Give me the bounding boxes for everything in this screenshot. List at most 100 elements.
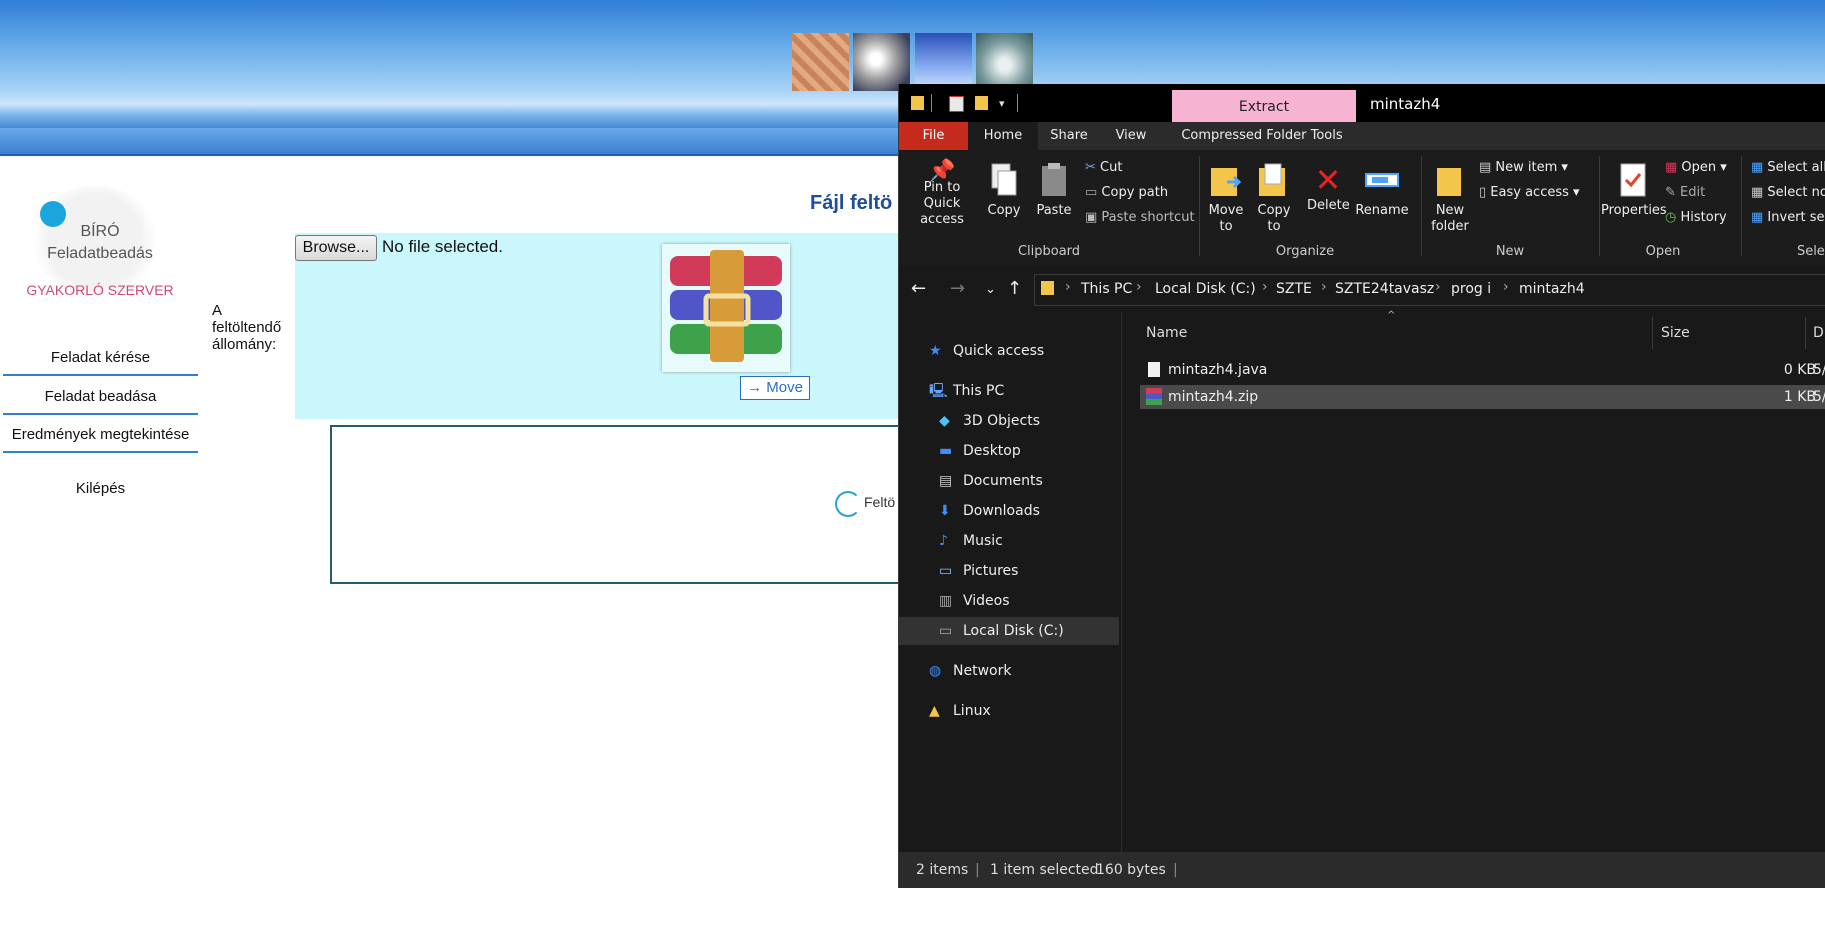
nav-desktop[interactable]: ▬ Desktop	[899, 437, 1119, 465]
properties-icon[interactable]	[949, 96, 964, 112]
rename-button[interactable]: Rename	[1355, 162, 1409, 219]
nav-3d-objects-label: 3D Objects	[963, 413, 1041, 429]
file-explorer-window[interactable]: ▾ Extract mintazh4 File Home Share View …	[898, 84, 1825, 888]
breadcrumb-chevron-icon[interactable]: ›	[1435, 279, 1441, 295]
paste-shortcut-button[interactable]: ▣ Paste shortcut	[1085, 210, 1195, 225]
breadcrumb-chevron-icon[interactable]: ›	[1136, 279, 1142, 295]
nav-local-disk[interactable]: ▭ Local Disk (C:)	[899, 617, 1119, 645]
banner-image-2	[853, 33, 910, 91]
tab-view[interactable]: View	[1100, 122, 1162, 150]
nav-feladat-beadasa[interactable]: Feladat beadása	[3, 380, 198, 415]
column-header-name[interactable]: Name	[1146, 325, 1187, 341]
new-item-button[interactable]: ▤ New item ▾	[1479, 160, 1568, 175]
forward-arrow-icon[interactable]: →	[950, 278, 965, 299]
open-group-label: Open	[1645, 244, 1681, 259]
logo-line-1: BÍRÓ	[80, 223, 120, 240]
back-arrow-icon[interactable]: ←	[911, 278, 926, 299]
breadcrumb-szte24tavasz[interactable]: SZTE24tavasz	[1335, 281, 1434, 297]
breadcrumb-local-disk[interactable]: Local Disk (C:)	[1155, 281, 1256, 297]
cube-icon: ◆	[939, 413, 950, 429]
title-bar[interactable]	[899, 84, 1825, 122]
customize-toolbar-icon[interactable]: ▾	[999, 97, 1005, 110]
extract-context-tab[interactable]: Extract	[1172, 90, 1356, 122]
file-date: 5/	[1813, 362, 1825, 378]
breadcrumb-chevron-icon[interactable]: ›	[1262, 279, 1268, 295]
nav-linux[interactable]: ▲ Linux	[899, 697, 1119, 725]
breadcrumb-this-pc[interactable]: This PC	[1081, 281, 1132, 297]
tab-file[interactable]: File	[899, 122, 968, 150]
open-label: Open	[1681, 160, 1717, 175]
up-arrow-icon[interactable]: ↑	[1007, 278, 1022, 299]
breadcrumb-chevron-icon[interactable]: ›	[1321, 279, 1327, 295]
nav-feladat-kerese[interactable]: Feladat kérése	[3, 341, 198, 376]
select-all-label: Select all	[1767, 160, 1825, 175]
nav-downloads[interactable]: ⬇ Downloads	[899, 497, 1119, 525]
pin-label: Pin to Quick access	[920, 180, 964, 227]
pin-to-quick-access-button[interactable]: 📌 Pin to Quick access	[905, 161, 979, 228]
nav-kilepes[interactable]: Kilépés	[3, 472, 198, 505]
delete-button[interactable]: ✕ Delete	[1307, 161, 1350, 214]
new-folder-label: New folder	[1431, 203, 1469, 234]
file-row[interactable]: mintazh4.java 0 KB 5/	[1140, 358, 1825, 382]
breadcrumb-prog-i[interactable]: prog i	[1451, 281, 1491, 297]
download-icon: ⬇	[939, 503, 951, 519]
breadcrumb-szte[interactable]: SZTE	[1276, 281, 1312, 297]
nav-quick-access[interactable]: ★ Quick access	[899, 337, 1119, 365]
copy-path-button[interactable]: ▭ Copy path	[1085, 185, 1168, 200]
tab-home[interactable]: Home	[968, 122, 1038, 150]
browse-button[interactable]: Browse...	[295, 235, 377, 261]
nav-3d-objects[interactable]: ◆ 3D Objects	[899, 407, 1119, 435]
quick-access-separator	[931, 94, 932, 112]
nav-eredmenyek[interactable]: Eredmények megtekintése	[3, 418, 198, 453]
folder-icon[interactable]	[911, 96, 924, 110]
new-folder-button[interactable]: New folder	[1427, 162, 1473, 235]
nav-music[interactable]: ♪ Music	[899, 527, 1119, 555]
ribbon-separator	[1421, 156, 1422, 256]
folder-icon	[1041, 281, 1054, 295]
nav-documents-label: Documents	[963, 473, 1043, 489]
select-group-label: Select	[1796, 244, 1825, 259]
file-row[interactable]: mintazh4.zip 1 KB 5/	[1140, 385, 1825, 409]
copy-to-button[interactable]: Copy to	[1253, 162, 1295, 235]
easy-access-button[interactable]: ▯ Easy access ▾	[1479, 185, 1580, 200]
select-none-label: Select no	[1767, 185, 1825, 200]
new-folder-icon[interactable]	[975, 96, 988, 110]
status-bar: 2 items | 1 item selected 160 bytes |	[899, 852, 1825, 888]
status-separator: |	[975, 862, 980, 878]
column-header-size[interactable]: Size	[1661, 325, 1690, 341]
properties-button[interactable]: Properties	[1601, 162, 1667, 219]
properties-label: Properties	[1601, 203, 1667, 218]
nav-pictures[interactable]: ▭ Pictures	[899, 557, 1119, 585]
nav-this-pc[interactable]: 🖳 This PC	[899, 377, 1119, 405]
nav-this-pc-label: This PC	[953, 383, 1005, 399]
invert-selection-button[interactable]: ▦ Invert sel	[1751, 210, 1825, 225]
breadcrumb-chevron-icon[interactable]: ›	[1503, 279, 1509, 295]
edit-button[interactable]: ✎ Edit	[1665, 185, 1705, 200]
breadcrumb-mintazh4[interactable]: mintazh4	[1519, 281, 1585, 297]
move-to-icon	[1211, 168, 1242, 196]
recent-locations-chevron-icon[interactable]: ⌄	[985, 282, 996, 297]
move-to-button[interactable]: Move to	[1205, 162, 1247, 235]
move-to-label: Move to	[1208, 203, 1244, 234]
upload-drop-zone[interactable]	[295, 233, 905, 419]
properties-icon	[1620, 163, 1646, 197]
tab-compressed-folder-tools[interactable]: Compressed Folder Tools	[1162, 122, 1362, 150]
clipboard-group-label: Clipboard	[1017, 244, 1081, 259]
nav-network[interactable]: ◍ Network	[899, 657, 1119, 685]
column-separator[interactable]	[1652, 317, 1653, 349]
breadcrumb-chevron-icon[interactable]: ›	[1065, 279, 1071, 295]
history-button[interactable]: ◷ History	[1665, 210, 1727, 225]
delete-icon: ✕	[1314, 161, 1342, 199]
ribbon-separator	[1199, 156, 1200, 256]
paste-button[interactable]: Paste	[1033, 162, 1075, 219]
nav-videos[interactable]: ▥ Videos	[899, 587, 1119, 615]
copy-button[interactable]: Copy	[983, 162, 1025, 219]
tab-share[interactable]: Share	[1038, 122, 1100, 150]
nav-documents[interactable]: ▤ Documents	[899, 467, 1119, 495]
open-button[interactable]: ▦ Open ▾	[1665, 160, 1727, 175]
select-none-button[interactable]: ▦ Select no	[1751, 185, 1825, 200]
column-header-date[interactable]: D	[1813, 325, 1824, 341]
cut-button[interactable]: ✂ Cut	[1085, 160, 1122, 175]
select-all-button[interactable]: ▦ Select all	[1751, 160, 1825, 175]
column-separator[interactable]	[1805, 317, 1806, 349]
